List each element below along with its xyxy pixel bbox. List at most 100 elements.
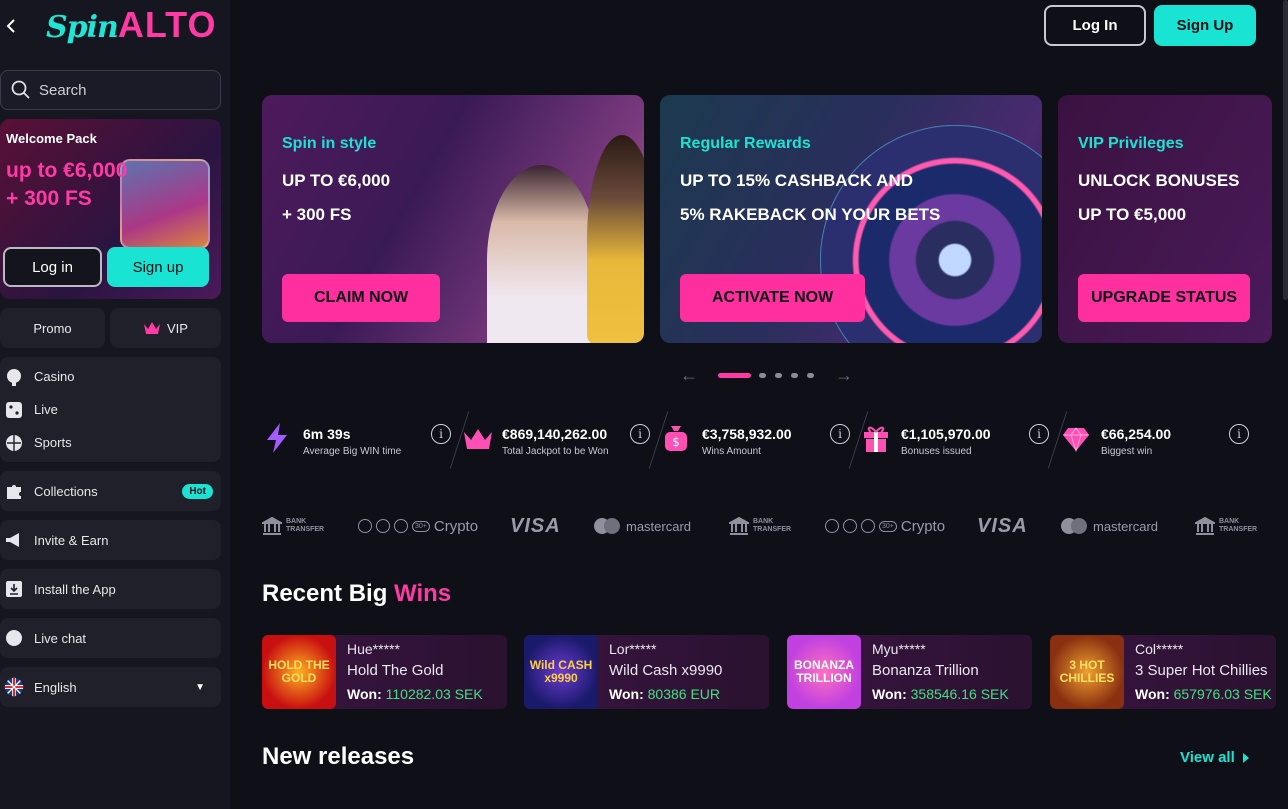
ethereum-icon: [376, 519, 390, 533]
sidebar: Spin ALTO Welcome Pack up to €6,000 + 30…: [0, 0, 230, 809]
view-all-label: View all: [1180, 749, 1235, 766]
ethereum-icon: [843, 519, 857, 533]
payment-crypto: 30+ Crypto: [825, 512, 945, 540]
casino-icon: [4, 367, 24, 387]
carousel-dot[interactable]: [791, 373, 798, 378]
welcome-pack-banner[interactable]: Welcome Pack up to €6,000 + 300 FS Log i…: [0, 119, 221, 299]
win-amount: 358546.16 SEK: [910, 686, 1009, 702]
stat-label: Average Big WIN time: [303, 446, 402, 457]
arrow-right-icon[interactable]: →: [835, 366, 853, 384]
header-signup-button[interactable]: Sign Up: [1154, 5, 1256, 46]
carousel-dot[interactable]: [775, 373, 782, 378]
sidebar-signup-button[interactable]: Sign up: [107, 247, 209, 287]
stat-label: Wins Amount: [702, 446, 761, 457]
search-input[interactable]: [39, 81, 209, 99]
mastercard-icon: [1061, 518, 1087, 534]
header-login-button[interactable]: Log In: [1044, 5, 1146, 46]
promo-title: Regular Rewards: [680, 135, 811, 152]
bank-line2: TRANSFER: [286, 526, 325, 533]
bank-icon: [1195, 517, 1215, 535]
recent-win-card[interactable]: 3 HOT CHILLIES Col***** 3 Super Hot Chil…: [1050, 635, 1276, 709]
crown-icon: [464, 429, 492, 449]
promo-title: VIP Privileges: [1078, 135, 1184, 152]
sidebar-item-label: Live chat: [34, 630, 87, 646]
promo-line1: UP TO 15% CASHBACK AND: [680, 171, 914, 190]
mastercard-label: mastercard: [626, 518, 692, 534]
sidebar-item-casino[interactable]: Casino: [0, 360, 221, 393]
info-icon[interactable]: i: [1229, 424, 1249, 444]
info-icon[interactable]: i: [830, 424, 850, 444]
collapse-sidebar-button[interactable]: [0, 10, 22, 42]
chevron-down-icon: ▼: [195, 681, 205, 693]
vip-button[interactable]: VIP: [110, 308, 221, 348]
puzzle-icon: [4, 481, 24, 501]
collections-row: Collections Hot: [0, 475, 221, 508]
sidebar-item-collections[interactable]: Collections Hot: [0, 471, 221, 511]
win-user: Col*****: [1135, 641, 1184, 657]
promo-line2: UP TO €5,000: [1078, 205, 1187, 224]
promo-line1: UP TO €6,000: [282, 171, 391, 190]
promo-button[interactable]: Promo: [0, 308, 105, 348]
logo[interactable]: Spin ALTO: [46, 4, 217, 48]
info-icon[interactable]: i: [1029, 424, 1049, 444]
sidebar-item-live[interactable]: Live: [0, 393, 221, 426]
page-scrollbar[interactable]: [1283, 0, 1288, 300]
upgrade-status-button[interactable]: UPGRADE STATUS: [1078, 274, 1251, 322]
activate-now-button[interactable]: ACTIVATE NOW: [680, 274, 866, 322]
win-user: Hue*****: [347, 641, 400, 657]
promo-label: Promo: [33, 320, 72, 336]
welcome-title: Welcome Pack: [6, 131, 97, 146]
bank-line1: BANK: [1219, 518, 1240, 525]
chevron-left-icon: [6, 19, 15, 33]
win-amount: 80386 EUR: [647, 686, 721, 702]
language-label: English: [34, 679, 77, 695]
carousel-dot[interactable]: [759, 373, 766, 378]
stat-value: €869,140,262.00: [502, 426, 608, 442]
won-label: Won:: [609, 686, 644, 702]
promo-card-vip-privileges[interactable]: VIP Privileges UNLOCK BONUSES UP TO €5,0…: [1058, 95, 1272, 343]
promo-card-regular-rewards[interactable]: Regular Rewards UP TO 15% CASHBACK AND 5…: [660, 95, 1042, 343]
stat-biggest-win: €66,254.00 Biggest win i: [1062, 418, 1252, 458]
game-thumbnail: 3 HOT CHILLIES: [1050, 635, 1124, 709]
stat-bonuses-issued: €1,105,970.00 Bonuses issued i: [862, 411, 1068, 469]
language-row: English ▼: [0, 671, 221, 704]
bank-icon: [729, 517, 749, 535]
claim-now-button[interactable]: CLAIM NOW: [282, 274, 441, 322]
carousel-dot[interactable]: [807, 373, 814, 378]
game-thumbnail: Wild CASH x9990: [524, 635, 598, 709]
recent-win-card[interactable]: HOLD THE GOLD Hue***** Hold The Gold Won…: [262, 635, 507, 709]
info-icon[interactable]: i: [630, 424, 650, 444]
arrow-left-icon[interactable]: ←: [680, 366, 698, 384]
sidebar-login-button[interactable]: Log in: [3, 247, 102, 287]
sidebar-item-label: Sports: [34, 435, 72, 450]
info-icon[interactable]: i: [431, 424, 451, 444]
sidebar-item-live-chat[interactable]: Live chat: [0, 618, 221, 658]
won-label: Won:: [872, 686, 907, 702]
recent-win-card[interactable]: BONANZA TRILLION Myu***** Bonanza Trilli…: [787, 635, 1032, 709]
uk-flag-icon: [4, 677, 24, 697]
crypto-label: Crypto: [433, 517, 479, 535]
recent-win-card[interactable]: Wild CASH x9990 Lor***** Wild Cash x9990…: [524, 635, 769, 709]
tether-icon: [861, 519, 875, 533]
sidebar-item-invite[interactable]: Invite & Earn: [0, 520, 221, 560]
sidebar-item-install-app[interactable]: Install the App: [0, 569, 221, 609]
payment-visa: VISA: [510, 512, 561, 540]
promo-card-spin-in-style[interactable]: Spin in style UP TO €6,000 + 300 FS CLAI…: [262, 95, 644, 343]
stat-wins-amount: $ €3,758,932.00 Wins Amount i: [663, 411, 869, 469]
bitcoin-icon: [825, 519, 839, 533]
carousel-dot-active[interactable]: [718, 373, 751, 378]
view-all-link[interactable]: View all: [1180, 749, 1249, 766]
welcome-amount: up to €6,000 + 300 FS: [6, 157, 127, 213]
win-amount: 657976.03 SEK: [1173, 686, 1272, 702]
bank-line2: TRANSFER: [753, 526, 792, 533]
language-select[interactable]: English ▼: [0, 667, 221, 707]
welcome-amount-line1: up to €6,000: [6, 159, 128, 182]
search-box[interactable]: [0, 70, 221, 110]
sidebar-item-label: Casino: [34, 369, 75, 384]
win-game: 3 Super Hot Chillies: [1135, 662, 1268, 679]
sidebar-item-sports[interactable]: Sports: [0, 426, 221, 459]
win-game: Wild Cash x9990: [609, 662, 723, 679]
win-game: Bonanza Trillion: [872, 662, 979, 679]
svg-text:$: $: [672, 435, 680, 449]
bank-line2: TRANSFER: [1219, 526, 1258, 533]
